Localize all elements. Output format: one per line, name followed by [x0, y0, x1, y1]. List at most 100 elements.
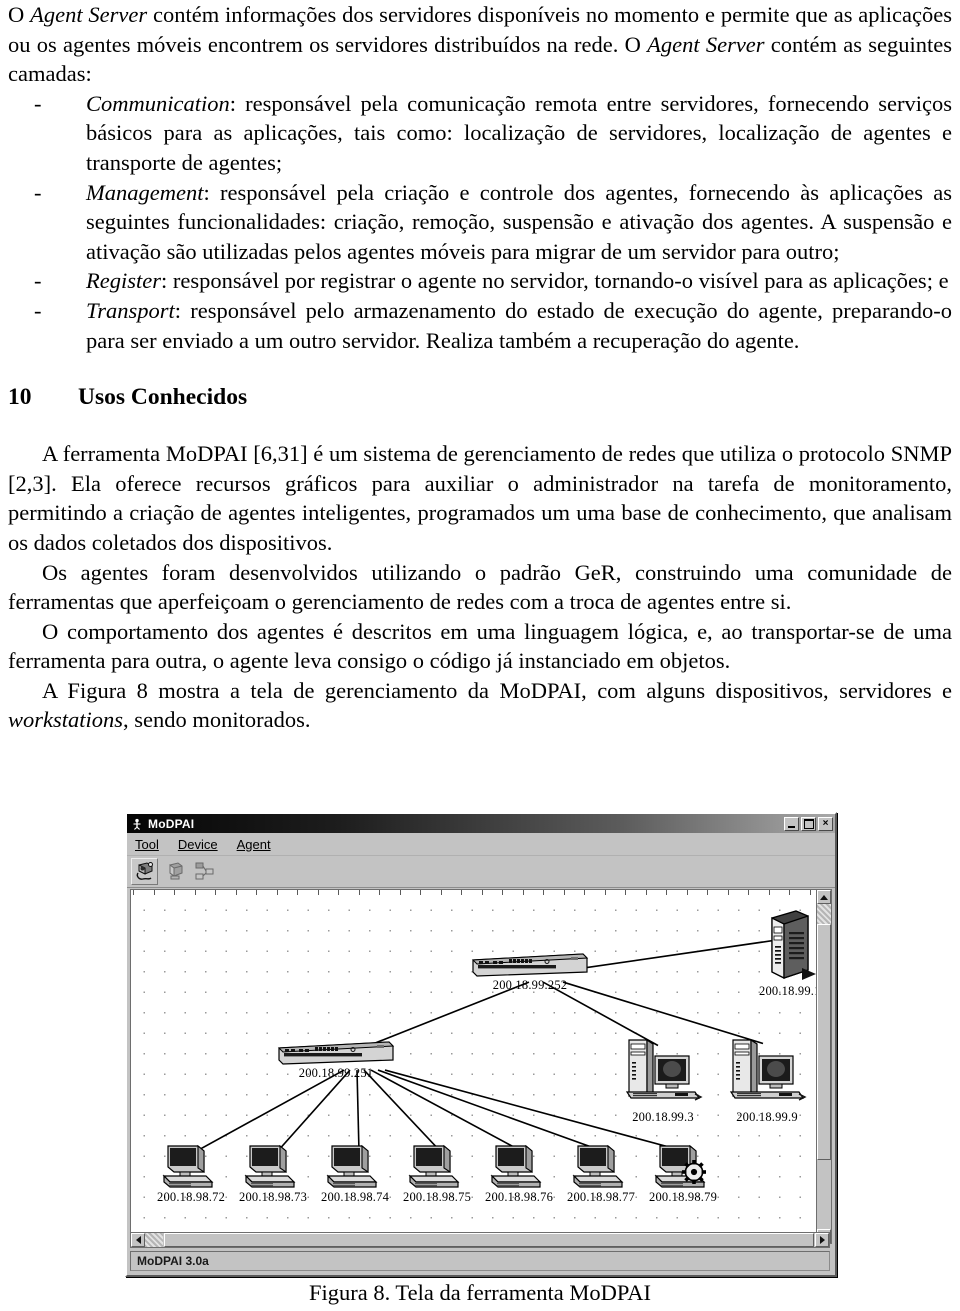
maximize-icon [803, 818, 814, 829]
figure-intro-run-1: A Figura 8 mostra a tela de gerenciament… [42, 677, 952, 703]
list-item: - Communication: responsável pela comunic… [8, 89, 952, 178]
layer-term-register: Register [86, 268, 161, 294]
list-bullet: - [34, 268, 42, 294]
paragraph-ger-pattern: Os agentes foram desenvolvidos utilizand… [8, 559, 952, 615]
maximize-button[interactable] [801, 816, 816, 831]
node-workstation-200-18-98-72[interactable]: 200.18.98.72 [157, 1142, 225, 1205]
vertical-scrollbar[interactable] [816, 889, 832, 1244]
workstation-icon [572, 1144, 624, 1188]
chevron-right-icon [819, 1236, 825, 1244]
workstation-icon [408, 1144, 460, 1188]
list-item: - Transport: responsável pelo armazenamen… [8, 296, 952, 355]
menu-item-agent[interactable]: Agent [235, 836, 280, 853]
list-bullet: - [34, 297, 42, 323]
layer-text-transport: : responsável pelo armazenamento do esta… [86, 297, 952, 353]
intro-term-agent-server-2: Agent Server [647, 31, 765, 57]
status-bar-text: MoDPAI 3.0a [137, 1254, 209, 1268]
layer-text-register: : responsável por registrar o agente no … [160, 268, 949, 294]
figure-screenshot: MoDPAI × Tool Device Agent 200.18.99.1 2… [125, 812, 837, 1277]
agent-robot-icon [136, 862, 153, 880]
figure-intro-run-2: , sendo monitorados. [123, 707, 311, 733]
workstation-icon [244, 1144, 296, 1188]
agent-list-button[interactable] [161, 858, 188, 885]
intro-term-agent-server-1: Agent Server [30, 2, 148, 27]
layer-term-transport: Transport [86, 297, 175, 323]
node-workstation-200-18-98-73[interactable]: 200.18.98.73 [239, 1142, 307, 1205]
node-workstation-200-18-98-74[interactable]: 200.18.98.74 [321, 1142, 389, 1205]
section-number: 10 [8, 384, 32, 411]
layer-term-management: Management [86, 179, 204, 205]
close-button[interactable]: × [818, 816, 833, 831]
node-workstation-200-18-98-75[interactable]: 200.18.98.75 [403, 1142, 471, 1205]
node-server-200-18-99-3[interactable]: 200.18.99.3 [621, 1038, 705, 1125]
document-page: O Agent Server contém informações dos se… [0, 0, 960, 1311]
network-topology-icon [195, 862, 214, 880]
minimize-icon [788, 825, 795, 828]
scroll-track-upper[interactable] [817, 904, 831, 924]
section-heading: 10 Usos Conhecidos [8, 382, 952, 412]
node-label: 200.18.99.251 [298, 1066, 374, 1080]
node-switch-200-18-99-251[interactable]: 200.18.99.251 [277, 1040, 395, 1081]
horizontal-scroll-thumb[interactable] [164, 1233, 814, 1247]
menu-item-device[interactable]: Device [176, 836, 227, 853]
switch-icon [471, 953, 589, 977]
node-server-200-18-99-1[interactable]: 200.18.99.1 [759, 908, 821, 999]
chevron-left-icon [135, 1236, 141, 1244]
workstation-agent-icon [654, 1144, 707, 1188]
node-label: 200.18.98.72 [157, 1190, 226, 1204]
agent-stack-icon [169, 862, 183, 880]
topology-canvas[interactable]: 200.18.99.1 200.18.99.252 200.18.99.251 … [130, 889, 830, 1244]
paragraph-agent-behavior: O comportamento dos agentes é descritos … [8, 618, 952, 674]
node-workstation-200-18-98-79[interactable]: 200.18.98.79 [649, 1142, 717, 1205]
topology-button[interactable] [191, 858, 218, 885]
window-controls: × [784, 816, 833, 831]
node-label: 200.18.99.3 [632, 1110, 694, 1124]
chevron-up-icon [820, 894, 828, 900]
node-label: 200.18.99.252 [492, 978, 568, 992]
menu-item-device-label: Device [177, 836, 218, 852]
node-label: 200.18.98.76 [485, 1190, 554, 1204]
node-workstation-200-18-98-77[interactable]: 200.18.98.77 [567, 1142, 635, 1205]
menu-item-tool[interactable]: Tool [133, 836, 168, 853]
server-desktop-icon [729, 1038, 807, 1101]
menubar: Tool Device Agent [127, 833, 835, 856]
vertical-scroll-thumb[interactable] [817, 924, 831, 1160]
menu-item-tool-label: Tool [135, 836, 159, 852]
node-label: 200.18.98.74 [321, 1190, 390, 1204]
node-switch-200-18-99-252[interactable]: 200.18.99.252 [471, 952, 589, 993]
node-label: 200.18.99.9 [736, 1110, 798, 1124]
node-label: 200.18.98.75 [403, 1190, 472, 1204]
node-server-200-18-99-9[interactable]: 200.18.99.9 [725, 1038, 809, 1125]
app-agent-icon [130, 817, 144, 831]
node-label: 200.18.98.77 [567, 1190, 636, 1204]
node-workstation-200-18-98-76[interactable]: 200.18.98.76 [485, 1142, 553, 1205]
switch-icon [277, 1041, 395, 1065]
workstation-icon [326, 1144, 378, 1188]
close-icon: × [822, 817, 829, 829]
gear-icon [682, 1160, 707, 1184]
create-agent-button[interactable] [131, 858, 158, 885]
agent-server-layers-list: - Communication: responsável pela comunic… [8, 89, 952, 355]
figure-intro-term-workstations: workstations [8, 707, 124, 733]
intro-run-1: O [8, 2, 31, 27]
window-titlebar[interactable]: MoDPAI × [127, 814, 835, 833]
workstation-icon [162, 1144, 214, 1188]
section-title: Usos Conhecidos [78, 384, 248, 411]
server-tower-icon [771, 910, 816, 980]
horizontal-scrollbar[interactable] [130, 1232, 830, 1248]
scroll-up-button[interactable] [817, 890, 831, 904]
scroll-right-button[interactable] [815, 1233, 829, 1247]
modpai-application-window: MoDPAI × Tool Device Agent 200.18.99.1 2… [125, 812, 837, 1277]
node-label: 200.18.99.1 [759, 984, 821, 998]
paragraph-figure-intro: A Figura 8 mostra a tela de gerenciament… [8, 676, 952, 735]
server-desktop-icon [625, 1038, 703, 1101]
list-item: - Management: responsável pela criação e … [8, 178, 952, 267]
toolbar [127, 856, 835, 888]
node-label: 200.18.98.79 [649, 1190, 718, 1204]
scroll-left-button[interactable] [131, 1233, 145, 1247]
scroll-track-left[interactable] [145, 1233, 163, 1247]
minimize-button[interactable] [784, 816, 799, 831]
list-item: - Register: responsável por registrar o a… [8, 266, 952, 296]
